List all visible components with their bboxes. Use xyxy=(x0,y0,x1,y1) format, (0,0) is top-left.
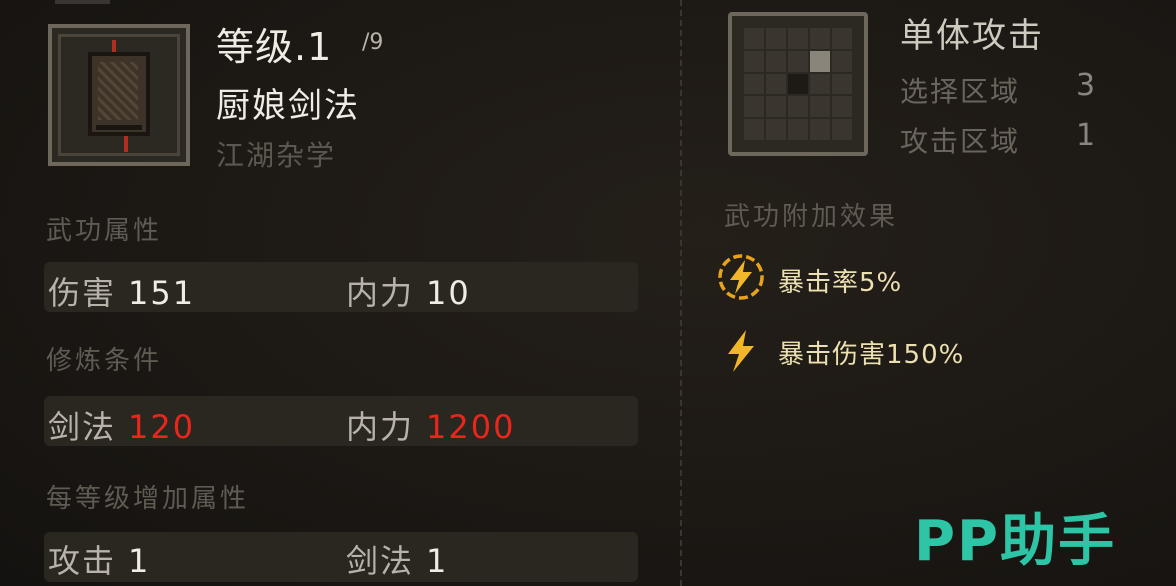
attack-type: 单体攻击 xyxy=(900,16,1044,56)
requirements-title: 修炼条件 xyxy=(46,346,163,376)
attack-area-label: 攻击区域 xyxy=(900,125,1021,158)
attribute-inner-power: 内力 10 xyxy=(346,274,471,312)
effect-crit-damage: 暴击伤害150% xyxy=(778,340,965,370)
panel-divider xyxy=(680,0,682,586)
range-target-cell xyxy=(810,50,830,72)
top-tab-edge xyxy=(55,0,110,4)
per-level-title: 每等级增加属性 xyxy=(46,484,250,514)
attributes-title: 武功属性 xyxy=(46,216,163,246)
effects-title: 武功附加效果 xyxy=(724,202,899,232)
watermark-logo: PP助手 xyxy=(914,509,1117,574)
book-ribbon-top xyxy=(112,40,116,52)
book-icon xyxy=(88,52,150,136)
per-level-attack: 攻击 1 xyxy=(48,542,151,580)
select-area-value: 3 xyxy=(1076,68,1096,103)
select-area-label: 选择区域 xyxy=(900,75,1021,108)
skill-level-max: /9 xyxy=(362,30,384,55)
skill-book-slot[interactable] xyxy=(48,24,190,166)
requirement-inner-power: 内力 1200 xyxy=(346,408,516,446)
per-level-sword: 剑法 1 xyxy=(346,542,449,580)
lightning-icon xyxy=(728,330,754,372)
skill-detail-panel: 等级.1 /9 厨娘剑法 江湖杂学 武功属性 伤害 151 内力 10 修炼条件 剑… xyxy=(0,0,1176,586)
range-origin-cell xyxy=(788,73,808,95)
range-grid-cells xyxy=(744,28,852,140)
lightning-circle-icon xyxy=(718,254,764,300)
attribute-damage: 伤害 151 xyxy=(48,274,196,312)
effect-crit-rate: 暴击率5% xyxy=(778,268,903,298)
attack-area-value: 1 xyxy=(1076,118,1096,153)
skill-level: 等级.1 xyxy=(216,25,333,69)
skill-category: 江湖杂学 xyxy=(216,139,337,172)
attack-range-grid xyxy=(728,12,868,156)
book-ribbon-bottom xyxy=(124,136,128,152)
requirement-sword: 剑法 120 xyxy=(48,408,196,446)
skill-name: 厨娘剑法 xyxy=(216,86,360,126)
